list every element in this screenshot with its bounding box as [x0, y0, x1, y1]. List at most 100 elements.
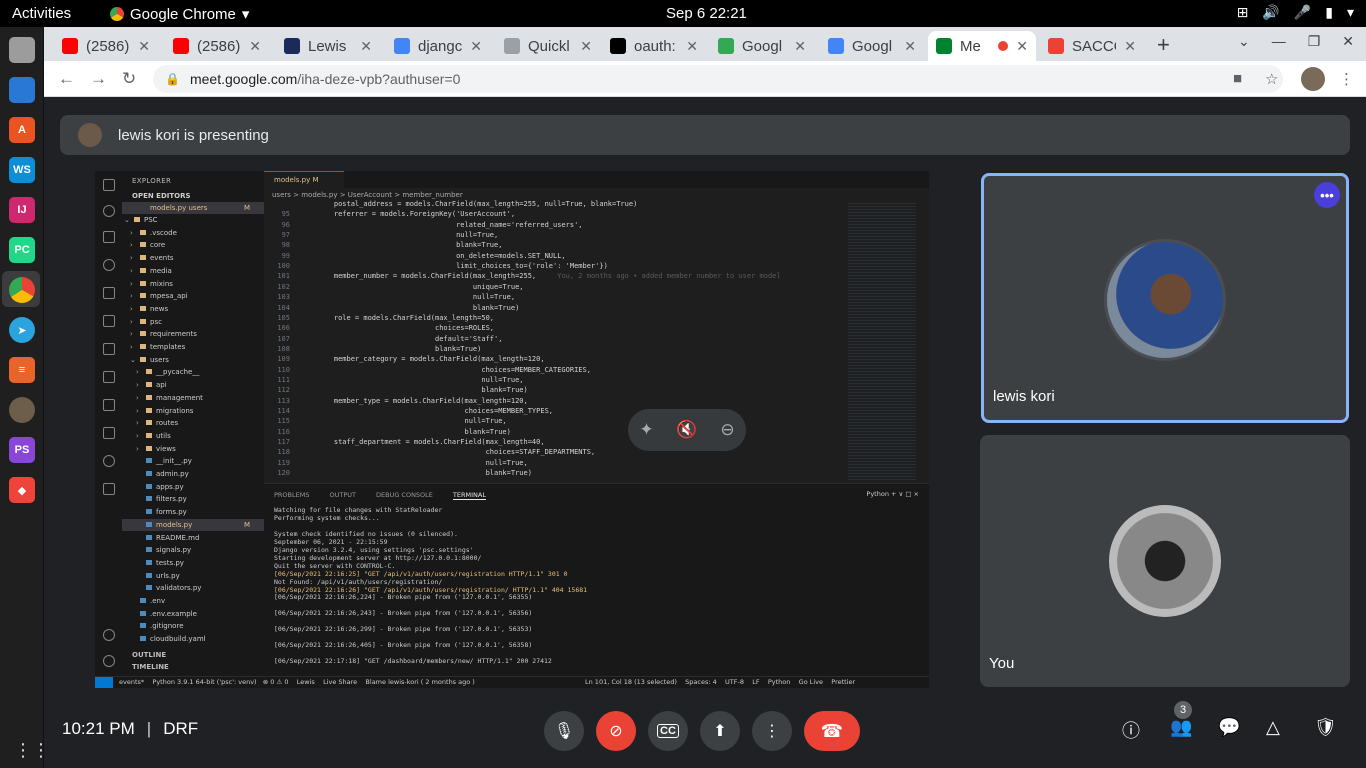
code-line[interactable]: 103 null=True,: [264, 292, 929, 302]
code-line[interactable]: 105 role = models.CharField(max_length=5…: [264, 313, 929, 323]
activities-icon[interactable]: △: [1266, 717, 1280, 738]
explorer-item[interactable]: cloudbuild.yaml: [122, 633, 264, 645]
panel-tab[interactable]: TERMINAL: [452, 491, 486, 500]
close-tab-icon[interactable]: ✕: [138, 38, 150, 55]
telegram-icon[interactable]: ➤: [9, 317, 35, 343]
outline-header[interactable]: OUTLINE: [122, 651, 264, 659]
browser-tab[interactable]: (2586) ✕: [54, 31, 158, 61]
explorer-item[interactable]: › mpesa_api: [122, 290, 264, 302]
explorer-item[interactable]: urls.py: [122, 570, 264, 582]
close-tab-icon[interactable]: ✕: [1124, 38, 1136, 55]
code-line[interactable]: 109 member_category = models.CharField(m…: [264, 354, 929, 364]
explorer-item[interactable]: › psc: [122, 316, 264, 328]
code-line[interactable]: 102 unique=True,: [264, 282, 929, 292]
explorer-item[interactable]: .env: [122, 595, 264, 607]
code-line[interactable]: 95 referrer = models.ForeignKey('UserAcc…: [264, 209, 929, 219]
new-tab-button[interactable]: +: [1157, 32, 1170, 58]
app-menu[interactable]: Google Chrome ▾: [110, 5, 249, 23]
code-line[interactable]: 101 member_number = models.CharField(max…: [264, 271, 929, 281]
leave-call-button[interactable]: ☎: [804, 711, 860, 751]
terminal-actions[interactable]: Python + ∨ □ ×: [866, 490, 919, 498]
panel-tab[interactable]: DEBUG CONSOLE: [376, 491, 433, 500]
profile-avatar[interactable]: [1301, 67, 1325, 91]
close-tab-icon[interactable]: ✕: [580, 38, 592, 55]
explorer-item[interactable]: › management: [122, 392, 264, 404]
explorer-item[interactable]: › requirements: [122, 328, 264, 340]
status-right[interactable]: Ln 101, Col 18 (13 selected) Spaces: 4 U…: [585, 677, 855, 688]
system-tray[interactable]: ⊞ 🔊 🎤 ▮ ▾: [1237, 4, 1354, 21]
close-tab-icon[interactable]: ✕: [686, 38, 698, 55]
participant-tile-you[interactable]: You: [980, 435, 1350, 687]
timeline-header[interactable]: TIMELINE: [122, 663, 264, 671]
explorer-item[interactable]: ⌄ PSC: [122, 214, 264, 226]
remote-indicator[interactable]: [95, 677, 113, 688]
explorer-item[interactable]: README.md: [122, 532, 264, 544]
browser-tab[interactable]: oauth: ✕: [602, 31, 706, 61]
webstorm-icon[interactable]: WS: [9, 157, 35, 183]
code-line[interactable]: 116 blank=True): [264, 427, 929, 437]
bookmark-star-icon[interactable]: ☆: [1265, 70, 1278, 88]
panel-tab[interactable]: PROBLEMS: [274, 491, 309, 500]
breadcrumb[interactable]: users > models.py > UserAccount > member…: [272, 191, 463, 199]
code-line[interactable]: 100 limit_choices_to={'role': 'Member'}): [264, 261, 929, 271]
browser-tab[interactable]: djangc ✕: [386, 31, 490, 61]
close-tab-icon[interactable]: ✕: [1016, 38, 1028, 55]
explorer-item[interactable]: › .vscode: [122, 227, 264, 239]
code-line[interactable]: 110 choices=MEMBER_CATEGORIES,: [264, 365, 929, 375]
terminal-panel[interactable]: PROBLEMS OUTPUT DEBUG CONSOLE TERMINAL Pyth…: [264, 483, 929, 676]
code-line[interactable]: 115 null=True,: [264, 416, 929, 426]
host-controls-icon[interactable]: 🛡: [1314, 717, 1337, 738]
explorer-item[interactable]: › __pycache__: [122, 366, 264, 378]
explorer-item[interactable]: › routes: [122, 417, 264, 429]
software-center-icon[interactable]: A: [9, 117, 35, 143]
pin-off-icon[interactable]: ✦: [639, 420, 653, 440]
chrome-icon[interactable]: [9, 277, 35, 303]
close-tab-icon[interactable]: ✕: [470, 38, 482, 55]
close-tab-icon[interactable]: ✕: [904, 38, 916, 55]
code-line[interactable]: 120 blank=True): [264, 468, 929, 478]
code-line[interactable]: 98 blank=True,: [264, 240, 929, 250]
tab-search-icon[interactable]: ⌄: [1238, 33, 1250, 50]
explorer-item[interactable]: › events: [122, 252, 264, 264]
editor-tab-models[interactable]: models.py M: [264, 171, 344, 188]
explorer-item[interactable]: › migrations: [122, 405, 264, 417]
chat-icon[interactable]: 💬: [1218, 717, 1240, 738]
code-line[interactable]: 114 choices=MEMBER_TYPES,: [264, 406, 929, 416]
explorer-item[interactable]: › templates: [122, 341, 264, 353]
explorer-item[interactable]: admin.py: [122, 468, 264, 480]
browser-tab[interactable]: SACCC ✕: [1040, 31, 1144, 61]
code-line[interactable]: 118 choices=STAFF_DEPARTMENTS,: [264, 447, 929, 457]
explorer-item[interactable]: models.py M: [122, 518, 264, 531]
files-icon[interactable]: [9, 37, 35, 63]
open-editors-header[interactable]: OPEN EDITORS: [122, 190, 264, 202]
code-line[interactable]: 97 null=True,: [264, 230, 929, 240]
code-line[interactable]: 113 member_type = models.CharField(max_l…: [264, 396, 929, 406]
panel-tab[interactable]: OUTPUT: [329, 491, 356, 500]
forward-button[interactable]: →: [90, 69, 107, 89]
code-line[interactable]: 99 on_delete=models.SET_NULL,: [264, 251, 929, 261]
code-line[interactable]: 119 null=True,: [264, 458, 929, 468]
gimp-icon[interactable]: [9, 397, 35, 423]
chrome-menu-icon[interactable]: ⋮: [1339, 70, 1354, 88]
close-tab-icon[interactable]: ✕: [249, 38, 261, 55]
explorer-item[interactable]: tests.py: [122, 557, 264, 569]
explorer-item[interactable]: validators.py: [122, 582, 264, 594]
close-tab-icon[interactable]: ✕: [794, 38, 806, 55]
explorer-item[interactable]: __init__.py: [122, 455, 264, 467]
code-line[interactable]: 96 related_name='referred_users',: [264, 220, 929, 230]
anydesk-icon[interactable]: ◆: [9, 477, 35, 503]
browser-tab[interactable]: Quickl ✕: [496, 31, 600, 61]
lock-icon[interactable]: 🔒: [165, 72, 180, 86]
explorer-item[interactable]: filters.py: [122, 493, 264, 505]
present-button[interactable]: ⬆: [700, 711, 740, 751]
meeting-details-icon[interactable]: ⓘ: [1122, 717, 1140, 743]
meeting-code[interactable]: DRF: [163, 719, 198, 739]
more-options-icon[interactable]: •••: [1314, 182, 1340, 208]
docs-icon[interactable]: ≡: [9, 357, 35, 383]
pycharm-icon[interactable]: PC: [9, 237, 35, 263]
explorer-item[interactable]: › api: [122, 379, 264, 391]
people-icon[interactable]: 👥: [1170, 717, 1192, 738]
open-editor-item[interactable]: models.py users M: [122, 202, 264, 214]
captions-button[interactable]: CC: [648, 711, 688, 751]
browser-tab[interactable]: Googl ✕: [820, 31, 924, 61]
